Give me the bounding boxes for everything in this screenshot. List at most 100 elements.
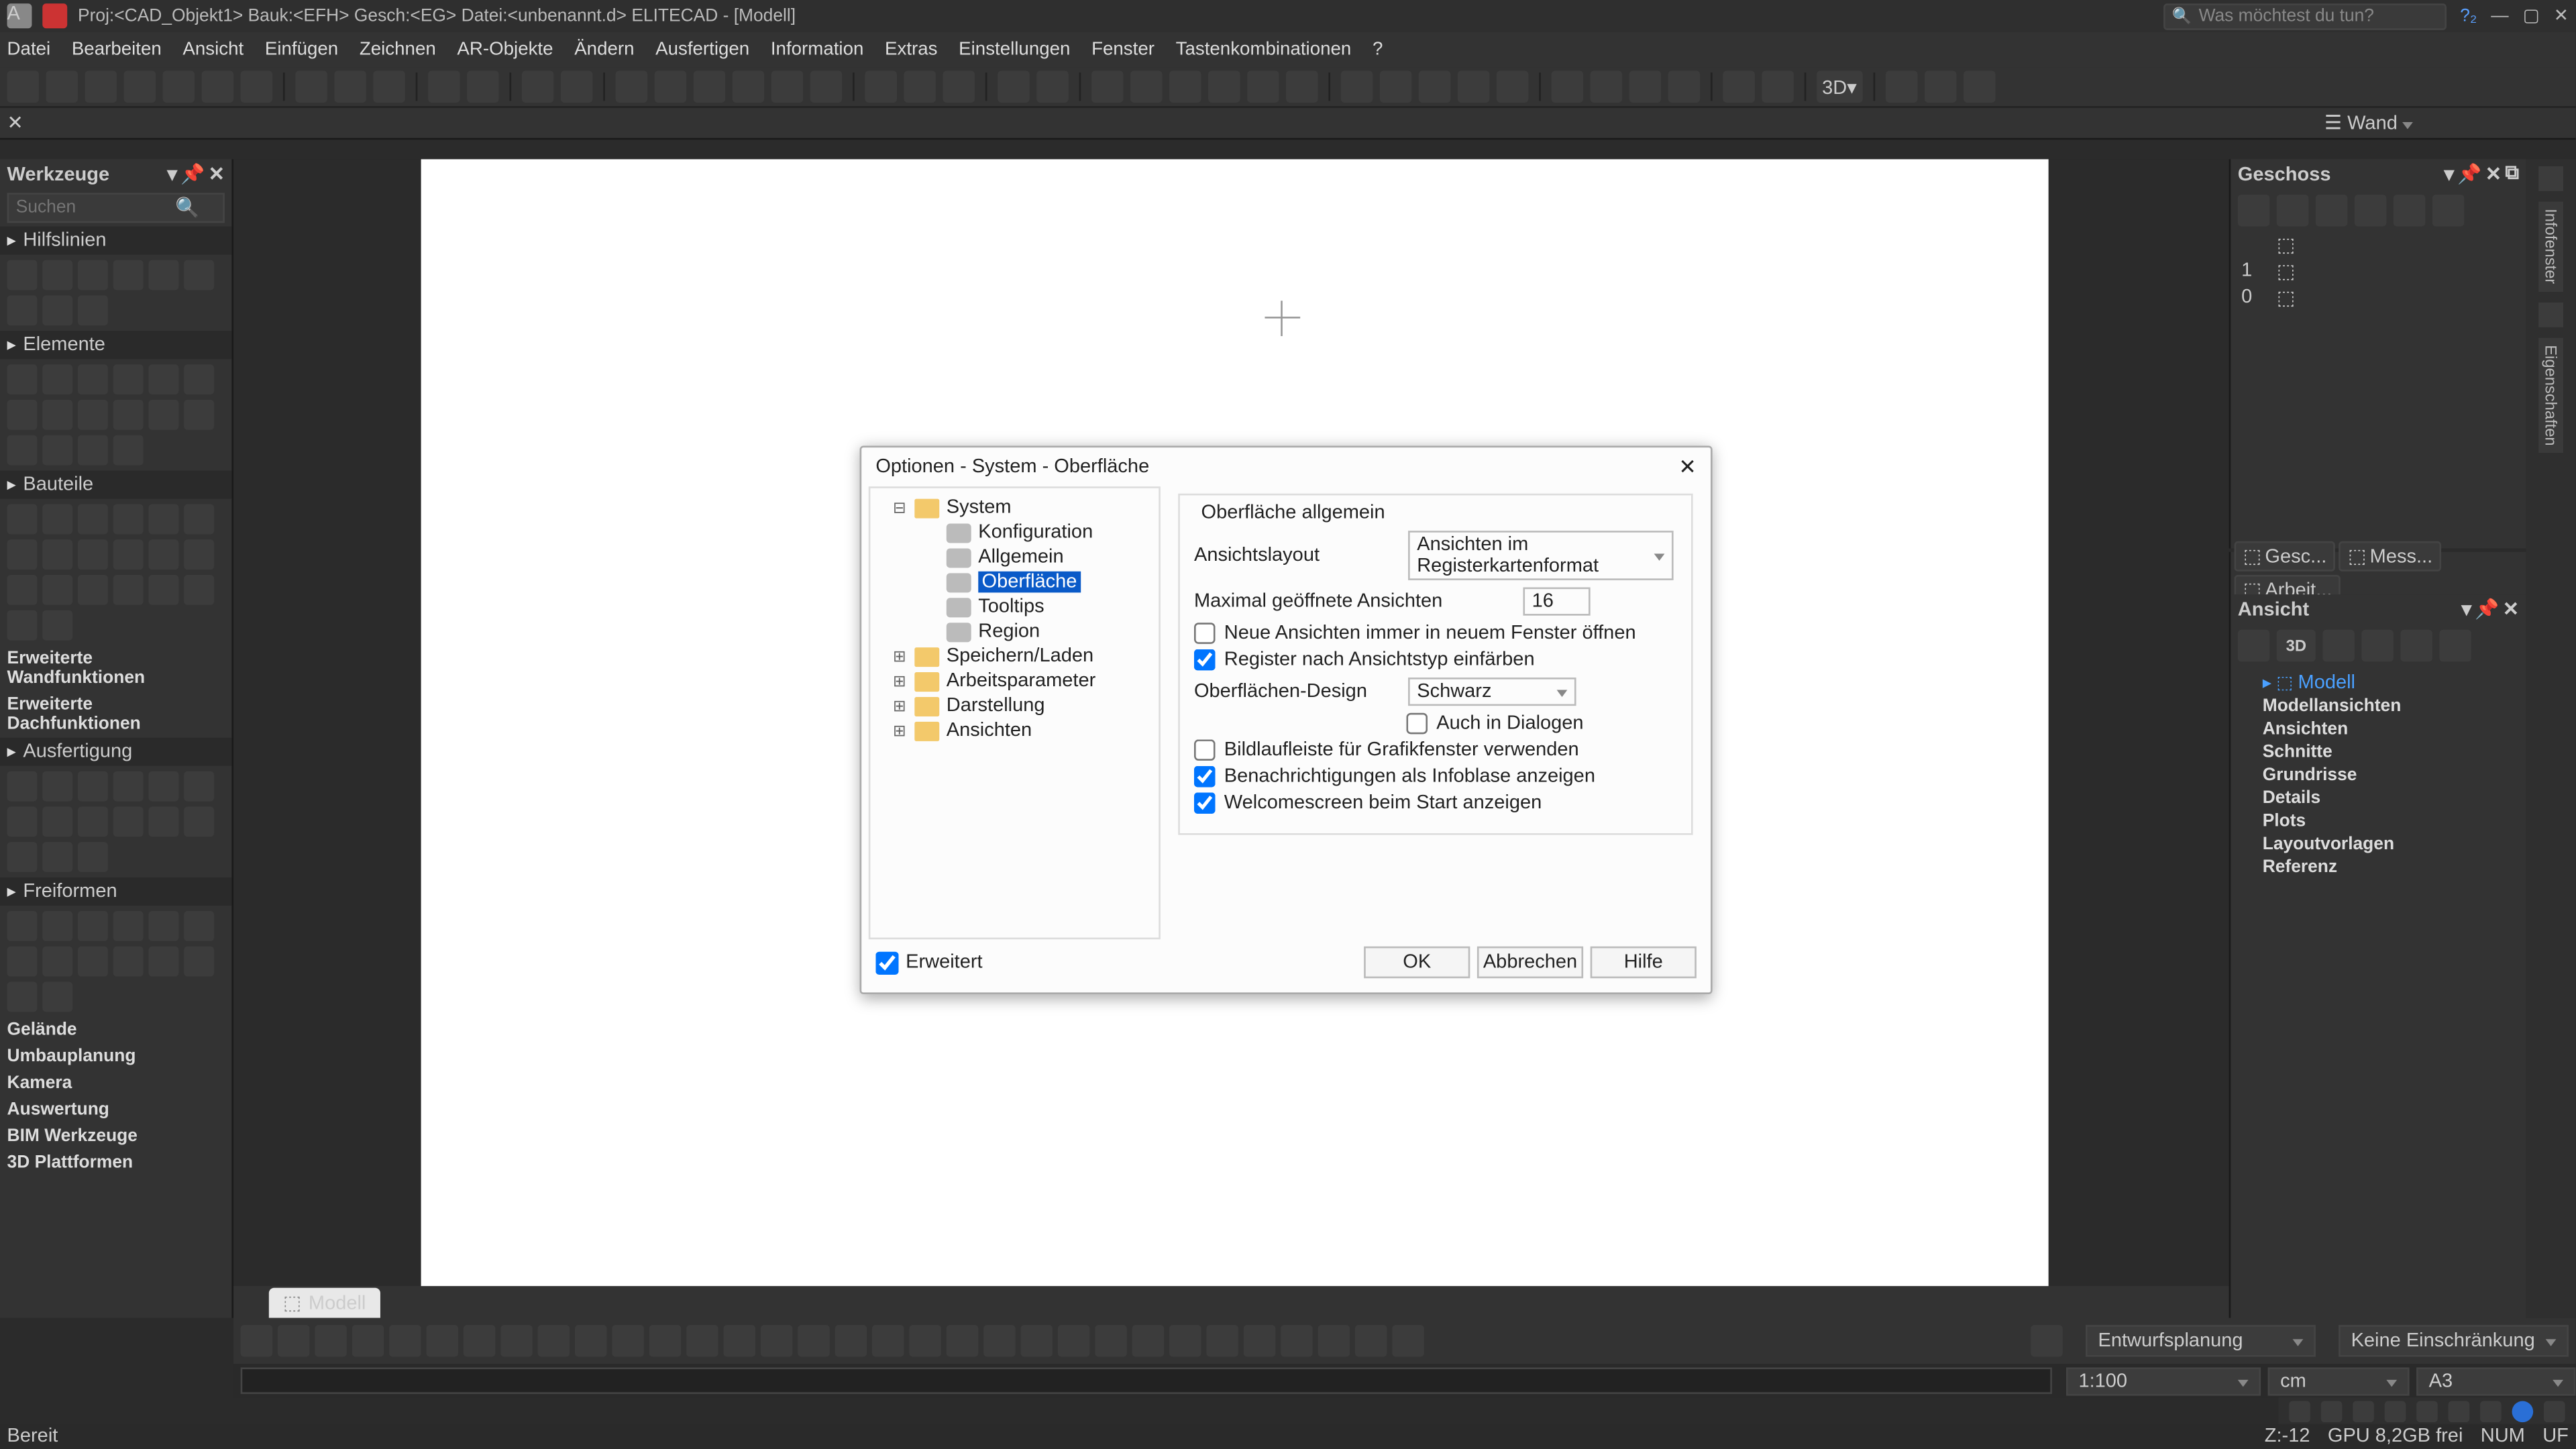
panel-close-icon[interactable]: ✕: [2485, 163, 2502, 186]
tool-icon[interactable]: [113, 364, 144, 394]
panel-menu-icon[interactable]: ▾: [2445, 163, 2455, 186]
tool-icon[interactable]: [78, 400, 108, 430]
tool-icon[interactable]: [78, 771, 108, 802]
menu-ar-objekte[interactable]: AR-Objekte: [457, 39, 553, 60]
tree-node-oberflaeche[interactable]: Oberfläche: [874, 570, 1155, 594]
btool-icon[interactable]: [872, 1325, 904, 1356]
tb-icon[interactable]: [202, 70, 233, 102]
help-button[interactable]: Hilfe: [1591, 947, 1697, 978]
tree-item[interactable]: Plots: [2231, 810, 2526, 833]
cell[interactable]: ⬚: [2277, 233, 2516, 256]
tool-icon[interactable]: [149, 539, 179, 570]
max-open-input[interactable]: 16: [1523, 587, 1590, 615]
tool-icon[interactable]: [7, 947, 38, 977]
tb-icon[interactable]: [655, 70, 686, 102]
tool-icon[interactable]: [113, 771, 144, 802]
tb-icon[interactable]: [771, 70, 803, 102]
tree-item[interactable]: Ansichten: [2231, 718, 2526, 741]
chk-erweitert[interactable]: [875, 951, 898, 973]
panel-close-icon[interactable]: ✕: [209, 163, 225, 186]
chk-scrollbar[interactable]: [1194, 739, 1216, 761]
btool-icon[interactable]: [1318, 1325, 1350, 1356]
tb-icon[interactable]: [865, 70, 896, 102]
tray-icon[interactable]: [2544, 1400, 2565, 1421]
tb-copy-icon[interactable]: [334, 70, 366, 102]
menu-extras[interactable]: Extras: [885, 39, 937, 60]
tree-node-arbeitsparameter[interactable]: ⊞Arbeitsparameter: [874, 669, 1155, 694]
menu-zeichnen[interactable]: Zeichnen: [360, 39, 436, 60]
tool-icon[interactable]: [113, 539, 144, 570]
tool-icon[interactable]: [184, 947, 214, 977]
tb-undo-icon[interactable]: [428, 70, 460, 102]
design-dropdown[interactable]: Schwarz: [1408, 678, 1576, 706]
tool-icon[interactable]: [7, 260, 38, 290]
tree-item[interactable]: Schnitte: [2231, 741, 2526, 764]
btool-icon[interactable]: [947, 1325, 978, 1356]
tray-icon[interactable]: [2512, 1400, 2534, 1421]
panel-expand-icon[interactable]: ⧉: [2505, 163, 2519, 186]
tool-icon[interactable]: [42, 435, 72, 466]
tb-icon[interactable]: [1247, 70, 1279, 102]
tb-icon[interactable]: [522, 70, 553, 102]
tb-icon[interactable]: [1963, 70, 1994, 102]
cat-kamera[interactable]: Kamera: [0, 1070, 231, 1097]
vtab-infofenster[interactable]: Infofenster: [2538, 202, 2563, 291]
tree-node-system[interactable]: ⊟System: [874, 495, 1155, 520]
menu-bearbeiten[interactable]: Bearbeiten: [72, 39, 162, 60]
btool-icon[interactable]: [649, 1325, 681, 1356]
tray-icon[interactable]: [2385, 1400, 2406, 1421]
section-elemente[interactable]: ▸ Elemente: [0, 331, 231, 359]
tb-icon[interactable]: [1419, 70, 1450, 102]
close-icon[interactable]: ✕: [2554, 6, 2569, 25]
unit-dropdown[interactable]: cm: [2268, 1366, 2410, 1395]
btool-icon[interactable]: [538, 1325, 570, 1356]
tb-icon[interactable]: [561, 70, 592, 102]
tb-icon[interactable]: [1130, 70, 1162, 102]
geschoss-icon[interactable]: [2316, 195, 2347, 226]
panel-menu-icon[interactable]: ▾: [2462, 598, 2472, 621]
btool-icon[interactable]: [464, 1325, 495, 1356]
tool-icon[interactable]: [113, 504, 144, 535]
tool-icon[interactable]: [184, 504, 214, 535]
btool-icon[interactable]: [278, 1325, 309, 1356]
chk-notify[interactable]: [1194, 766, 1216, 788]
maximize-icon[interactable]: ▢: [2523, 6, 2540, 25]
tb-icon[interactable]: [616, 70, 647, 102]
tool-search-input[interactable]: [16, 198, 175, 217]
pin-icon[interactable]: 📌: [180, 163, 205, 186]
cat-erw-wand[interactable]: Erweiterte Wandfunktionen: [0, 646, 231, 692]
tb-icon[interactable]: [1380, 70, 1411, 102]
tool-icon[interactable]: [184, 806, 214, 837]
tb-icon[interactable]: [1591, 70, 1622, 102]
cell[interactable]: ⬚: [2277, 260, 2516, 283]
tray-icon[interactable]: [2353, 1400, 2374, 1421]
pin-icon[interactable]: 📌: [2475, 598, 2499, 621]
menu-tastenkombinationen[interactable]: Tastenkombinationen: [1176, 39, 1352, 60]
tool-icon[interactable]: [149, 806, 179, 837]
tree-root[interactable]: ▸ ⬚ Modell: [2231, 670, 2526, 695]
wand-dropdown[interactable]: ☰ Wand: [2324, 111, 2555, 134]
section-freiformen[interactable]: ▸ Freiformen: [0, 877, 231, 906]
tool-icon[interactable]: [7, 806, 38, 837]
btool-icon[interactable]: [798, 1325, 829, 1356]
btool-icon[interactable]: [1206, 1325, 1238, 1356]
tb-icon[interactable]: [163, 70, 195, 102]
btool-icon[interactable]: [983, 1325, 1015, 1356]
model-tab[interactable]: ⬚ Modell: [269, 1288, 380, 1318]
view-icon[interactable]: [2322, 630, 2354, 661]
tb-icon[interactable]: [1091, 70, 1123, 102]
tray-icon[interactable]: [2416, 1400, 2438, 1421]
tree-item[interactable]: Grundrisse: [2231, 764, 2526, 787]
tool-search[interactable]: 🔍: [7, 193, 225, 223]
menu-aendern[interactable]: Ändern: [574, 39, 634, 60]
tree-item[interactable]: Details: [2231, 787, 2526, 810]
plan-phase-dropdown[interactable]: Entwurfsplanung: [2086, 1325, 2316, 1356]
btool-icon[interactable]: [575, 1325, 606, 1356]
tool-icon[interactable]: [184, 400, 214, 430]
tree-item[interactable]: Layoutvorlagen: [2231, 833, 2526, 856]
tool-icon[interactable]: [78, 539, 108, 570]
btool-icon[interactable]: [427, 1325, 458, 1356]
tool-icon[interactable]: [7, 295, 38, 325]
btool-icon[interactable]: [241, 1325, 272, 1356]
command-input[interactable]: [241, 1367, 2052, 1394]
